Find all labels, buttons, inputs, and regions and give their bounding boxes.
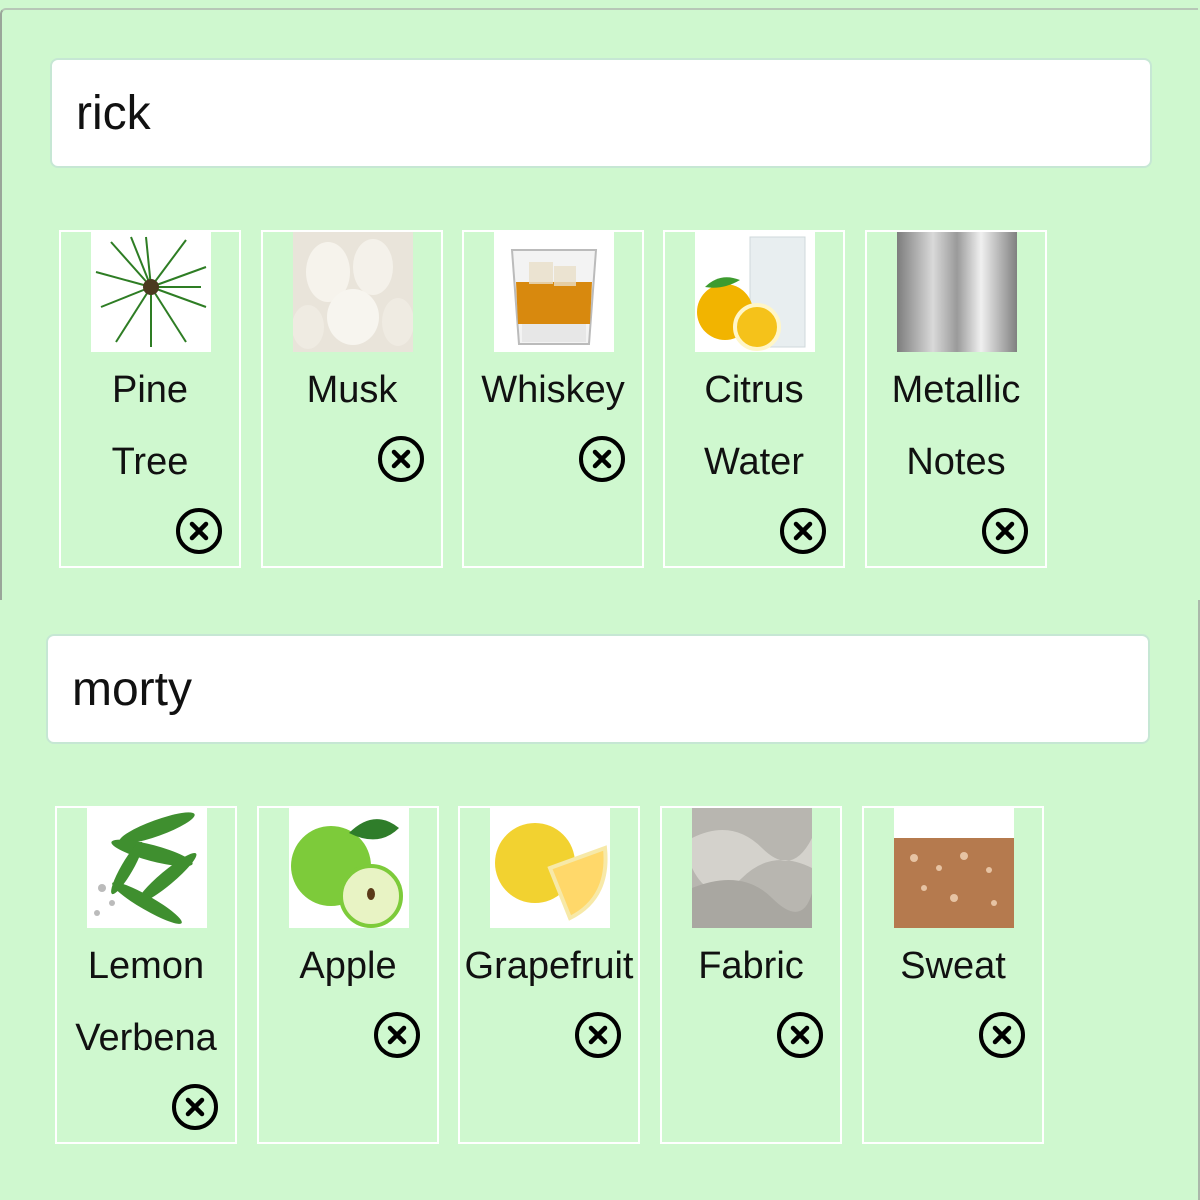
note-label: Verbena xyxy=(75,1017,217,1059)
close-circle-icon[interactable] xyxy=(981,507,1029,555)
fabric-image xyxy=(692,808,812,928)
note-card-whiskey: Whiskey xyxy=(462,230,644,568)
citrus-water-image xyxy=(695,232,815,352)
close-circle-icon[interactable] xyxy=(978,1011,1026,1059)
note-card-lemon-verbena: Lemon Verbena xyxy=(55,806,237,1144)
note-card-grapefruit: Grapefruit xyxy=(458,806,640,1144)
note-label: Pine xyxy=(111,369,189,411)
note-label: Water xyxy=(704,441,804,483)
note-label: Musk xyxy=(306,369,398,411)
note-card-musk: Musk xyxy=(261,230,443,568)
close-circle-icon[interactable] xyxy=(779,507,827,555)
close-circle-icon[interactable] xyxy=(574,1011,622,1059)
morty-name-input[interactable]: morty xyxy=(46,634,1150,744)
close-circle-icon[interactable] xyxy=(373,1011,421,1059)
whiskey-image xyxy=(494,232,614,352)
musk-image xyxy=(293,232,413,352)
note-label: Whiskey xyxy=(481,369,625,411)
note-label: Metallic xyxy=(891,369,1021,411)
note-card-fabric: Fabric xyxy=(660,806,842,1144)
note-label: Sweat xyxy=(900,945,1006,987)
sweat-image xyxy=(894,808,1014,928)
close-circle-icon[interactable] xyxy=(377,435,425,483)
note-card-metallic-notes: Metallic Notes xyxy=(865,230,1047,568)
note-label: Lemon xyxy=(87,945,205,987)
note-card-apple: Apple xyxy=(257,806,439,1144)
note-card-sweat: Sweat xyxy=(862,806,1044,1144)
note-label: Grapefruit xyxy=(464,945,634,987)
grapefruit-image xyxy=(490,808,610,928)
rick-name-input[interactable]: rick xyxy=(50,58,1152,168)
note-label: Notes xyxy=(906,441,1006,483)
note-card-pine-tree: Pine Tree xyxy=(59,230,241,568)
close-circle-icon[interactable] xyxy=(171,1083,219,1131)
metallic-image xyxy=(897,232,1017,352)
apple-image xyxy=(289,808,409,928)
note-label: Citrus xyxy=(704,369,804,411)
note-label: Apple xyxy=(299,945,397,987)
close-circle-icon[interactable] xyxy=(578,435,626,483)
pine-tree-image xyxy=(91,232,211,352)
note-card-citrus-water: Citrus Water xyxy=(663,230,845,568)
lemon-verbena-image xyxy=(87,808,207,928)
close-circle-icon[interactable] xyxy=(175,507,223,555)
note-label: Tree xyxy=(111,441,189,483)
close-circle-icon[interactable] xyxy=(776,1011,824,1059)
note-label: Fabric xyxy=(698,945,804,987)
